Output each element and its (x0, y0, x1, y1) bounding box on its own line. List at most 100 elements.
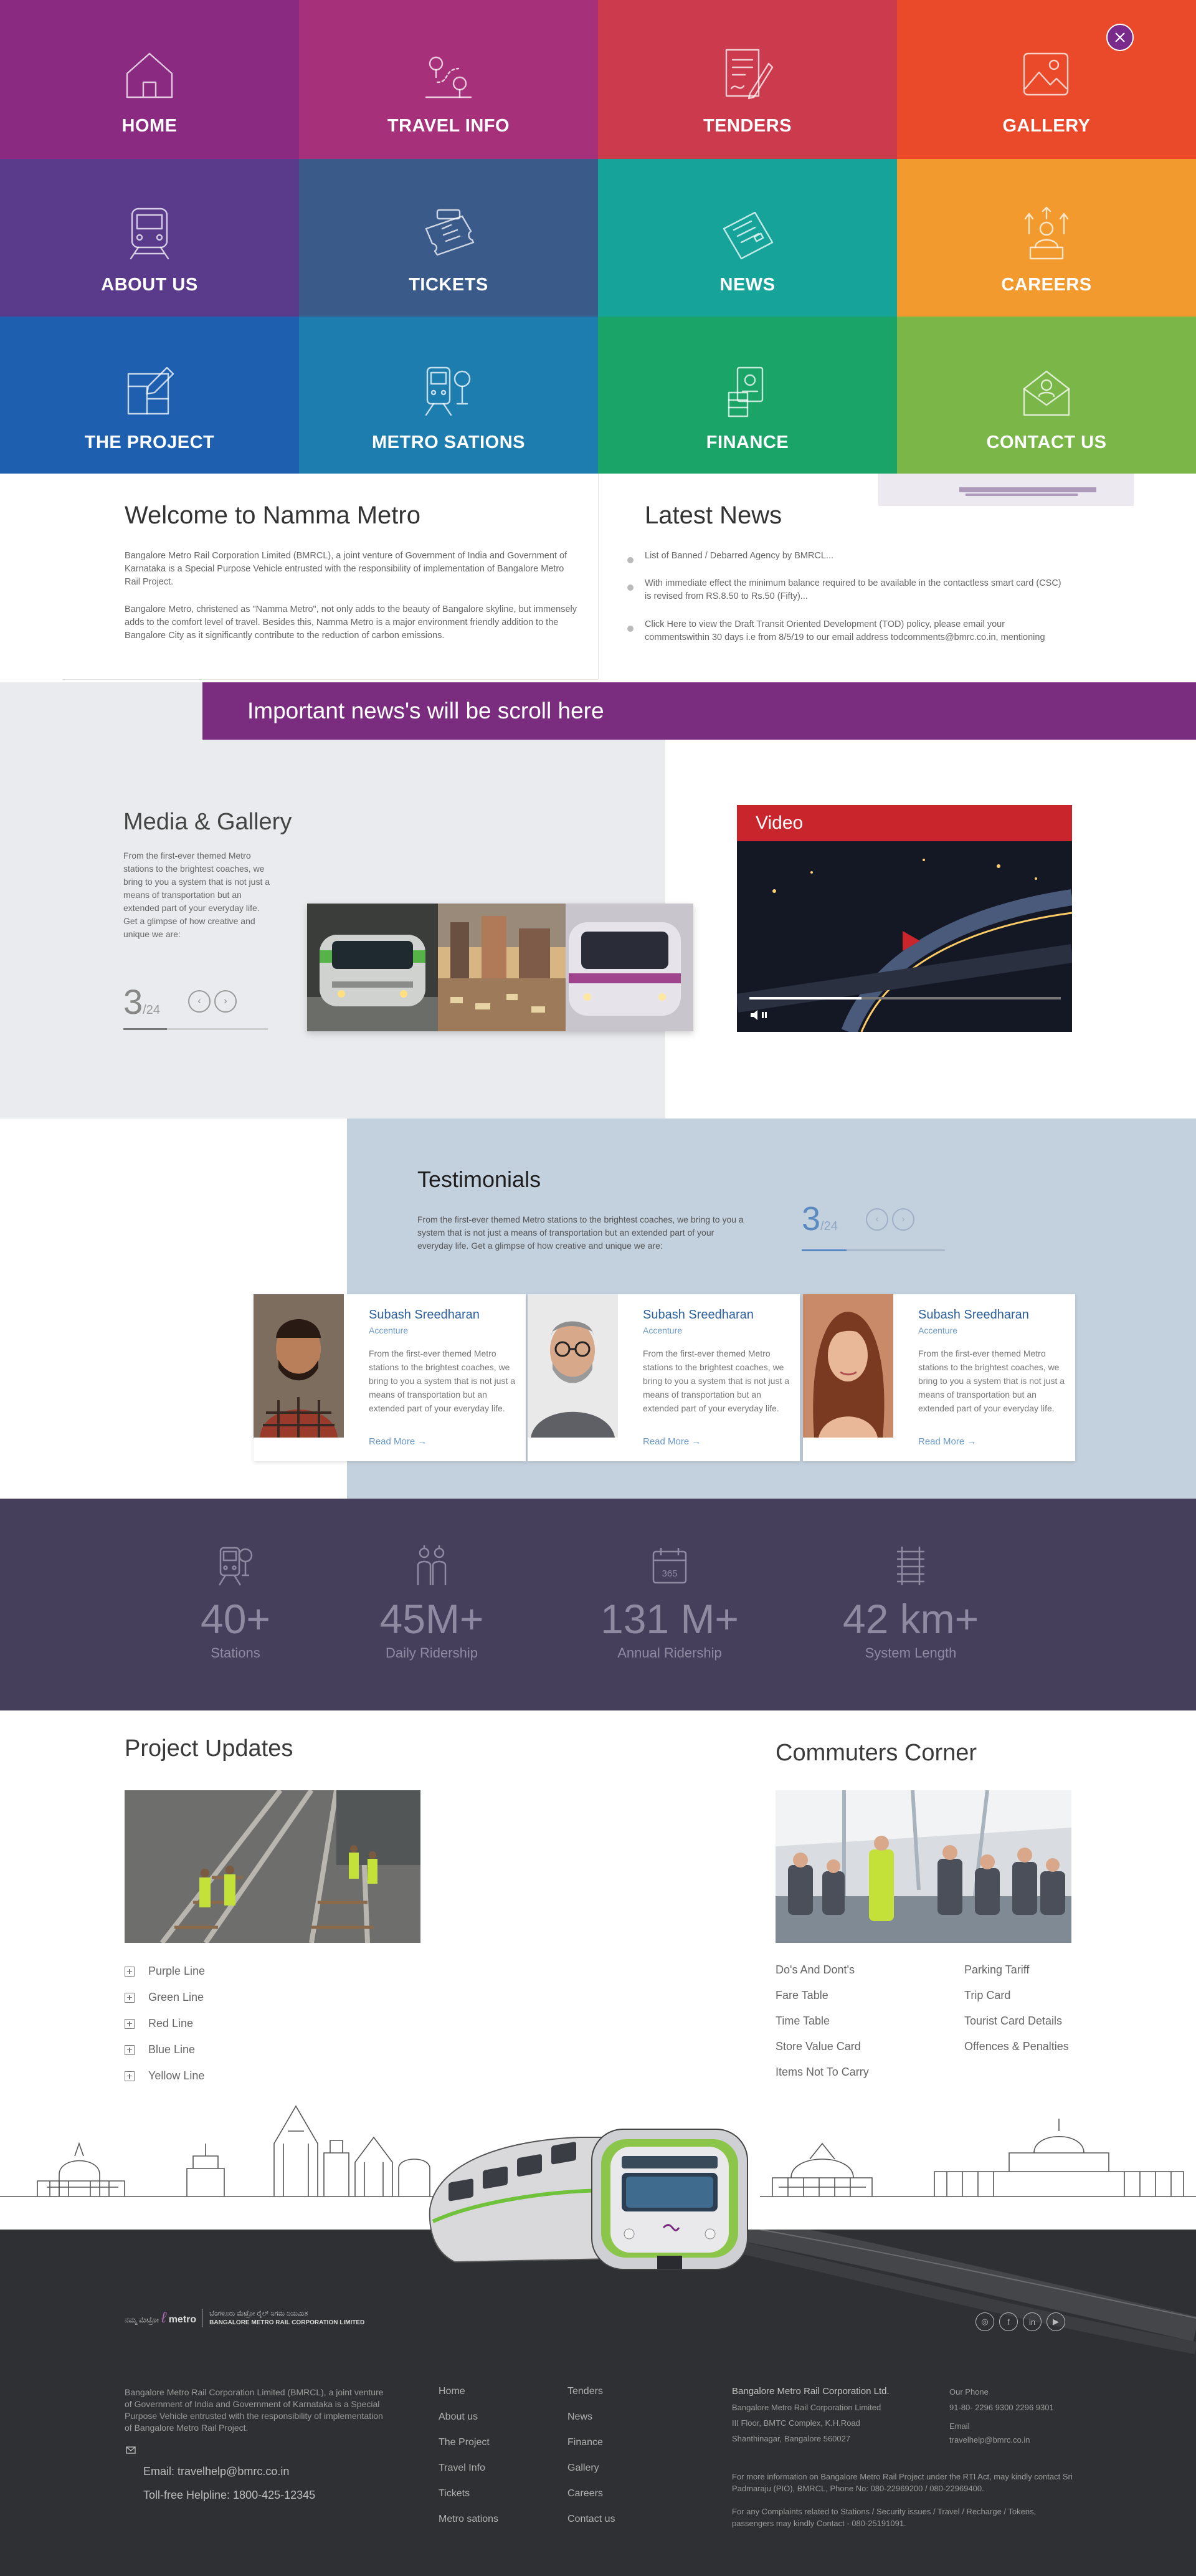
stat-annual-ridership: 365 131 M+ Annual Ridership (576, 1545, 763, 1661)
footer-link[interactable]: News (567, 2411, 592, 2423)
commuter-link[interactable]: Parking Tariff (964, 1963, 1029, 1977)
media-progress-track (123, 1028, 268, 1030)
footer-logo[interactable]: ನಮ್ಮ ಮೆಟ್ರೋ ℓ metro ಬೆಂಗಳೂರು ಮೆಟ್ರೋ ರೈಲ್… (125, 2309, 364, 2327)
stat-label: Stations (211, 1645, 260, 1661)
testimonials-counter: 3 /24 (802, 1200, 838, 1238)
menu-tile-metro-sations[interactable]: METRO SATIONS (299, 317, 598, 474)
line-label: Purple Line (148, 1965, 206, 1977)
menu-tile-the-project[interactable]: THE PROJECT (0, 317, 299, 474)
menu-tile-tickets[interactable]: TICKETS (299, 159, 598, 317)
chevron-left-icon: ‹ (197, 996, 201, 1006)
next-button[interactable]: › (892, 1208, 914, 1231)
menu-tile-news[interactable]: NEWS (598, 159, 897, 317)
menu-tile-label: CONTACT US (986, 432, 1107, 452)
email-value[interactable]: travelhelp@bmrc.co.in (949, 2434, 1030, 2446)
commuter-link[interactable]: Do's And Dont's (776, 1963, 855, 1977)
commuter-link[interactable]: Time Table (776, 2015, 830, 2028)
svg-text:365: 365 (662, 1568, 677, 1579)
read-more-link[interactable]: Read More → (918, 1436, 976, 1447)
next-button[interactable]: › (214, 990, 237, 1013)
read-more-link[interactable]: Read More → (643, 1436, 701, 1447)
phone-value[interactable]: 91-80- 2296 9300 2296 9301 (949, 2402, 1054, 2413)
media-counter: 3 /24 (123, 981, 160, 1022)
linkedin-icon[interactable]: in (1023, 2312, 1042, 2331)
project-line-purple[interactable]: Purple Line (125, 1965, 205, 1978)
commuter-link[interactable]: Store Value Card (776, 2040, 861, 2053)
project-line-green[interactable]: Green Line (125, 1991, 204, 2004)
prev-button[interactable]: ‹ (866, 1208, 888, 1231)
video-player[interactable]: Video (737, 805, 1072, 1032)
prev-button[interactable]: ‹ (188, 990, 211, 1013)
footer-link[interactable]: Travel Info (439, 2463, 485, 2474)
news-item[interactable]: List of Banned / Debarred Agency by BMRC… (627, 550, 1068, 563)
footer-link[interactable]: The Project (439, 2437, 490, 2448)
footer-address-line: Bangalore Metro Rail Corporation Limited (732, 2403, 881, 2412)
footer-email[interactable]: Email: travelhelp@bmrc.co.in (143, 2465, 289, 2478)
footer-link[interactable]: Metro sations (439, 2514, 498, 2525)
commuter-link[interactable]: Trip Card (964, 1989, 1010, 2002)
project-line-red[interactable]: Red Line (125, 2017, 193, 2030)
arrow-right-icon: → (691, 1436, 701, 1447)
menu-tile-careers[interactable]: CAREERS (897, 159, 1196, 317)
project-line-blue[interactable]: Blue Line (125, 2043, 195, 2056)
news-ticker[interactable]: Important news's will be scroll here (202, 682, 1196, 740)
menu-tile-contact-us[interactable]: CONTACT US (897, 317, 1196, 474)
menu-tile-tenders[interactable]: TENDERS (598, 0, 897, 159)
footer-link[interactable]: Tickets (439, 2488, 470, 2499)
menu-tile-home[interactable]: HOME (0, 0, 299, 159)
footer-link[interactable]: Gallery (567, 2463, 599, 2474)
instagram-icon[interactable]: ◎ (975, 2312, 994, 2331)
image-icon (1017, 45, 1076, 105)
close-menu-button[interactable] (1106, 24, 1134, 51)
commuter-link[interactable]: Offences & Penalties (964, 2040, 1069, 2053)
menu-tile-about-us[interactable]: ABOUT US (0, 159, 299, 317)
phone-label: Our Phone (949, 2387, 989, 2397)
project-line-yellow[interactable]: Yellow Line (125, 2069, 204, 2082)
testimonials-title: Testimonials (417, 1166, 541, 1192)
logo-english: metro (168, 2314, 197, 2325)
play-icon[interactable] (898, 928, 923, 953)
gallery-strip[interactable] (307, 904, 693, 1031)
expand-plus-icon (125, 2018, 135, 2029)
video-label: Video (737, 805, 1072, 841)
avatar (528, 1294, 618, 1438)
commuter-link[interactable]: Items Not To Carry (776, 2066, 869, 2079)
divider (62, 679, 598, 680)
blueprint-icon (120, 361, 179, 421)
footer-link[interactable]: Tenders (567, 2386, 603, 2397)
footer-link[interactable]: Contact us (567, 2514, 615, 2525)
menu-tile-label: FINANCE (706, 432, 789, 452)
footer-link[interactable]: About us (439, 2411, 478, 2423)
testimonial-name: Subash Sreedharan (643, 1308, 754, 1322)
footer-helpline[interactable]: Toll-free Helpline: 1800-425-12345 (143, 2489, 315, 2502)
stat-label: Annual Ridership (617, 1645, 722, 1661)
commuter-link[interactable]: Tourist Card Details (964, 2015, 1062, 2028)
menu-tile-gallery[interactable]: GALLERY (897, 0, 1196, 159)
testimonial-company: Accenture (369, 1325, 409, 1335)
menu-tile-finance[interactable]: FINANCE (598, 317, 897, 474)
news-item[interactable]: With immediate effect the minimum balanc… (627, 577, 1068, 603)
footer-complaints-text: For any Complaints related to Stations /… (732, 2507, 1037, 2528)
footer-link[interactable]: Finance (567, 2437, 603, 2448)
news-item[interactable]: Click Here to view the Draft Transit Ori… (627, 618, 1068, 644)
stat-value: 131 M+ (600, 1596, 739, 1642)
volume-icon[interactable] (749, 1009, 768, 1021)
facebook-icon[interactable]: f (999, 2312, 1018, 2331)
commuter-link[interactable]: Fare Table (776, 1989, 828, 2002)
stat-label: Daily Ridership (386, 1645, 478, 1661)
footer-link[interactable]: Home (439, 2386, 465, 2397)
expand-plus-icon (125, 1966, 135, 1977)
career-growth-icon (1017, 204, 1076, 264)
youtube-icon[interactable]: ▶ (1046, 2312, 1065, 2331)
welcome-title: Welcome to Namma Metro (125, 502, 420, 529)
chevron-left-icon: ‹ (875, 1214, 879, 1224)
divider (598, 474, 599, 679)
menu-tile-label: ABOUT US (101, 275, 198, 295)
menu-tile-travel-info[interactable]: TRAVEL INFO (299, 0, 598, 159)
footer-address-line: III Floor, BMTC Complex, K.H.Road (732, 2418, 860, 2428)
footer-link[interactable]: Careers (567, 2488, 603, 2499)
read-more-label: Read More (918, 1436, 965, 1447)
read-more-link[interactable]: Read More → (369, 1436, 427, 1447)
media-gallery-section (0, 682, 665, 1119)
avatar (803, 1294, 893, 1438)
